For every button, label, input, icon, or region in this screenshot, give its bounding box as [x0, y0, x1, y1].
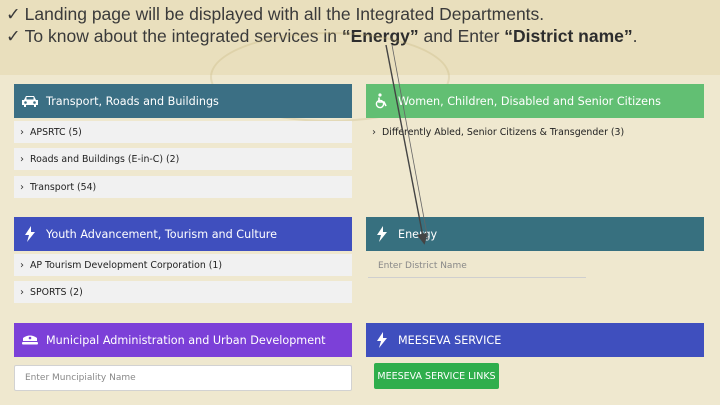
instruction-line-1: ✓ Landing page will be displayed with all… — [6, 3, 720, 25]
dept-transport-header[interactable]: Transport, Roads and Buildings — [14, 84, 352, 118]
check-mark-icon: ✓ — [6, 4, 21, 24]
list-item-label: APSRTC (5) — [30, 126, 82, 138]
dept-transport-title: Transport, Roads and Buildings — [46, 94, 219, 108]
list-item[interactable]: › APSRTC (5) — [14, 121, 352, 143]
dept-energy-title: Energy — [398, 227, 438, 241]
instruction-text-1: Landing page will be displayed with all … — [24, 4, 545, 24]
dept-women-title: Women, Children, Disabled and Senior Cit… — [398, 94, 661, 108]
municipality-name-input[interactable]: Enter Muncipiality Name — [14, 365, 352, 391]
list-item[interactable]: › Transport (54) — [14, 176, 352, 198]
list-item[interactable]: › AP Tourism Development Corporation (1) — [14, 254, 352, 276]
dept-municipal-title: Municipal Administration and Urban Devel… — [46, 333, 326, 347]
list-item[interactable]: › Roads and Buildings (E-in-C) (2) — [14, 148, 352, 170]
dept-meeseva-title: MEESEVA SERVICE — [398, 333, 502, 347]
car-icon — [17, 94, 43, 108]
dept-municipal-header[interactable]: Municipal Administration and Urban Devel… — [14, 323, 352, 357]
instruction-text-2c: . — [632, 26, 638, 46]
list-item[interactable]: › Differently Abled, Senior Citizens & T… — [366, 121, 704, 143]
dept-energy-header[interactable]: Energy — [366, 217, 704, 251]
instruction-district: “District name” — [504, 26, 633, 46]
chevron-right-icon: › — [372, 126, 376, 138]
chevron-right-icon: › — [20, 181, 24, 193]
dept-youth-header[interactable]: Youth Advancement, Tourism and Culture — [14, 217, 352, 251]
lightning-icon — [369, 332, 395, 348]
dept-meeseva-header[interactable]: MEESEVA SERVICE — [366, 323, 704, 357]
list-item-label: Roads and Buildings (E-in-C) (2) — [30, 153, 180, 165]
check-mark-icon: ✓ — [6, 26, 21, 46]
dept-women-header[interactable]: Women, Children, Disabled and Senior Cit… — [366, 84, 704, 118]
chevron-right-icon: › — [20, 153, 24, 165]
lightning-icon — [369, 226, 395, 242]
dept-youth-title: Youth Advancement, Tourism and Culture — [46, 227, 278, 241]
list-item-label: Transport (54) — [30, 181, 97, 193]
list-item-label: AP Tourism Development Corporation (1) — [30, 259, 223, 271]
chevron-right-icon: › — [20, 126, 24, 138]
list-item[interactable]: › SPORTS (2) — [14, 281, 352, 303]
list-item-label: Differently Abled, Senior Citizens & Tra… — [382, 126, 625, 138]
wheelchair-icon — [369, 93, 395, 109]
chevron-right-icon: › — [20, 259, 24, 271]
district-name-input[interactable]: Enter District Name — [368, 254, 586, 278]
list-item-label: SPORTS (2) — [30, 286, 83, 298]
instruction-text-2b: and Enter — [418, 26, 505, 46]
chevron-right-icon: › — [20, 286, 24, 298]
police-cap-icon — [17, 333, 43, 347]
meeseva-service-links-button[interactable]: MEESEVA SERVICE LINKS — [374, 363, 499, 389]
lightning-icon — [17, 226, 43, 242]
